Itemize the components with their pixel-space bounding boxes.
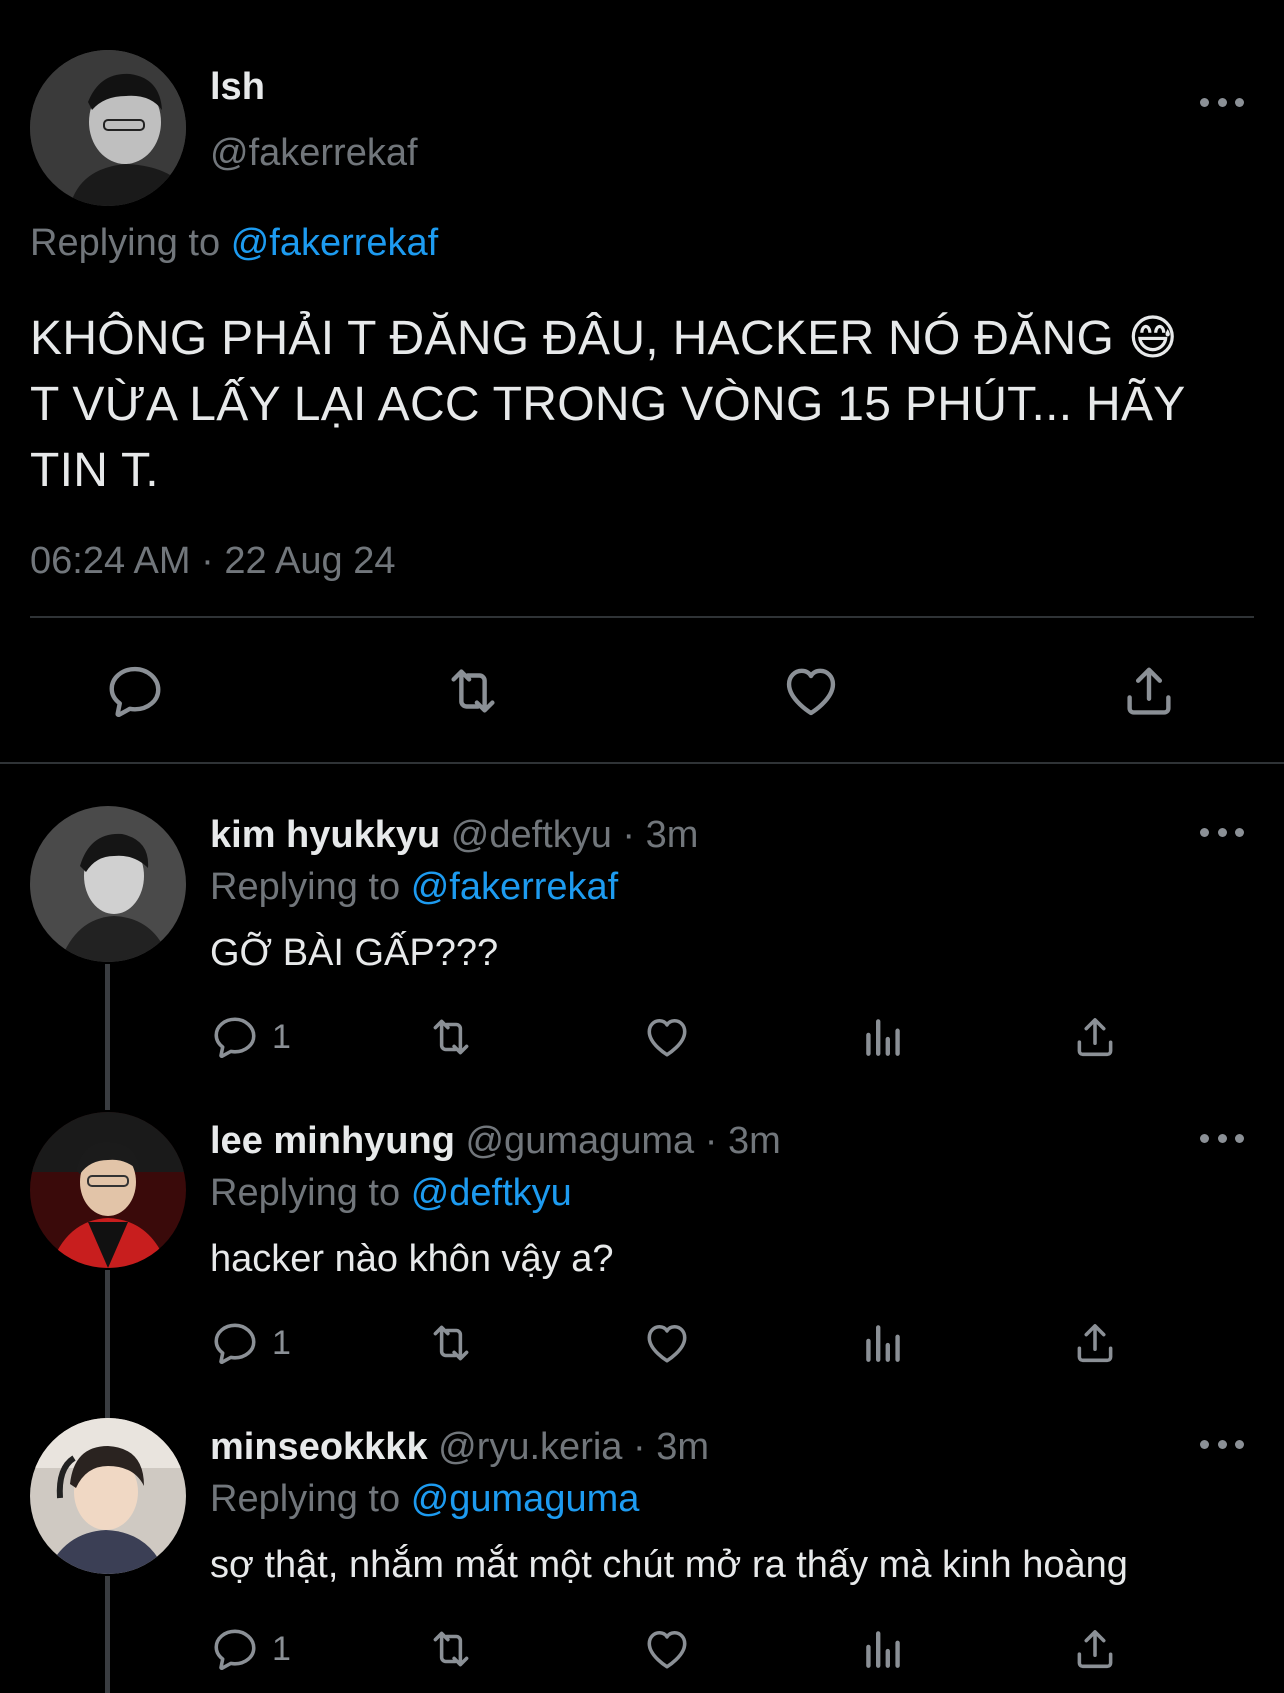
reply-display-name[interactable]: lee minhyung	[210, 1120, 455, 1162]
views-icon[interactable]	[858, 1012, 908, 1062]
replying-mention-link[interactable]: @fakerrekaf	[411, 866, 619, 908]
replying-mention-link[interactable]: @deftkyu	[411, 1172, 572, 1214]
retweet-icon[interactable]	[442, 660, 504, 722]
replying-label: Replying to	[210, 1172, 401, 1214]
views-icon[interactable]	[858, 1624, 908, 1674]
reply-header: minseokkkk @ryu.keria · 3m	[210, 1426, 709, 1469]
reply-icon[interactable]	[104, 660, 166, 722]
reply-text: sợ thật, nhắm mắt một chút mở ra thấy mà…	[210, 1544, 1128, 1586]
more-options-icon[interactable]	[1200, 94, 1244, 110]
reply-display-name[interactable]: kim hyukkyu	[210, 814, 440, 856]
replying-mention-link[interactable]: @fakerrekaf	[231, 222, 439, 264]
more-options-icon[interactable]	[1200, 824, 1244, 840]
reply-handle-time[interactable]: @gumaguma · 3m	[465, 1120, 780, 1162]
replying-to-line: Replying to @fakerrekaf	[30, 222, 438, 265]
reply-count: 1	[272, 1324, 291, 1362]
more-options-icon[interactable]	[1200, 1130, 1244, 1146]
reply-count: 1	[272, 1630, 291, 1668]
reply-handle-time[interactable]: @ryu.keria · 3m	[438, 1426, 709, 1468]
tweet-text-line: KHÔNG PHẢI T ĐĂNG ĐÂU, HACKER NÓ ĐĂNG 😅	[30, 312, 1179, 365]
avatar-reply-author[interactable]	[30, 1418, 186, 1574]
tweet-text: KHÔNG PHẢI T ĐĂNG ĐÂU, HACKER NÓ ĐĂNG 😅 …	[30, 306, 1260, 504]
reply-icon[interactable]	[210, 1624, 260, 1674]
thread-connector-line	[105, 1270, 110, 1418]
avatar-main-author[interactable]	[30, 50, 186, 206]
share-icon[interactable]	[1070, 1318, 1120, 1368]
retweet-icon[interactable]	[426, 1318, 476, 1368]
reply-handle-time[interactable]: @deftkyu · 3m	[451, 814, 699, 856]
replying-to-line: Replying to @fakerrekaf	[210, 866, 618, 909]
reply-text: GỠ BÀI GẤP???	[210, 932, 499, 974]
share-icon[interactable]	[1118, 660, 1180, 722]
tweet-text-line: TIN T.	[30, 444, 159, 497]
thread-connector-line	[105, 964, 110, 1110]
like-icon[interactable]	[780, 660, 842, 722]
thread-connector-line	[105, 1576, 110, 1693]
like-icon[interactable]	[642, 1012, 692, 1062]
retweet-icon[interactable]	[426, 1624, 476, 1674]
avatar-photo-icon	[30, 806, 186, 962]
author-handle[interactable]: @fakerrekaf	[210, 132, 418, 175]
tweet-text-line: T VỪA LẤY LẠI ACC TRONG VÒNG 15 PHÚT... …	[30, 378, 1186, 431]
reply-header: lee minhyung @gumaguma · 3m	[210, 1120, 781, 1163]
divider	[0, 762, 1284, 764]
reply-display-name[interactable]: minseokkkk	[210, 1426, 428, 1468]
replying-label: Replying to	[210, 1478, 401, 1520]
avatar-photo-icon	[30, 50, 186, 206]
share-icon[interactable]	[1070, 1624, 1120, 1674]
like-icon[interactable]	[642, 1624, 692, 1674]
replying-to-line: Replying to @deftkyu	[210, 1172, 572, 1215]
reply-icon[interactable]	[210, 1012, 260, 1062]
avatar-photo-icon	[30, 1112, 186, 1268]
author-display-name[interactable]: lsh	[210, 66, 265, 109]
reply-count: 1	[272, 1018, 291, 1056]
replying-label: Replying to	[30, 222, 221, 264]
avatar-reply-author[interactable]	[30, 1112, 186, 1268]
retweet-icon[interactable]	[426, 1012, 476, 1062]
views-icon[interactable]	[858, 1318, 908, 1368]
replying-to-line: Replying to @gumaguma	[210, 1478, 639, 1521]
replying-mention-link[interactable]: @gumaguma	[411, 1478, 640, 1520]
avatar-reply-author[interactable]	[30, 806, 186, 962]
like-icon[interactable]	[642, 1318, 692, 1368]
replying-label: Replying to	[210, 866, 401, 908]
divider	[30, 616, 1254, 618]
tweet-timestamp[interactable]: 06:24 AM · 22 Aug 24	[30, 540, 396, 583]
reply-header: kim hyukkyu @deftkyu · 3m	[210, 814, 698, 857]
share-icon[interactable]	[1070, 1012, 1120, 1062]
reply-text: hacker nào khôn vậy a?	[210, 1238, 614, 1280]
more-options-icon[interactable]	[1200, 1436, 1244, 1452]
reply-icon[interactable]	[210, 1318, 260, 1368]
avatar-photo-icon	[30, 1418, 186, 1574]
